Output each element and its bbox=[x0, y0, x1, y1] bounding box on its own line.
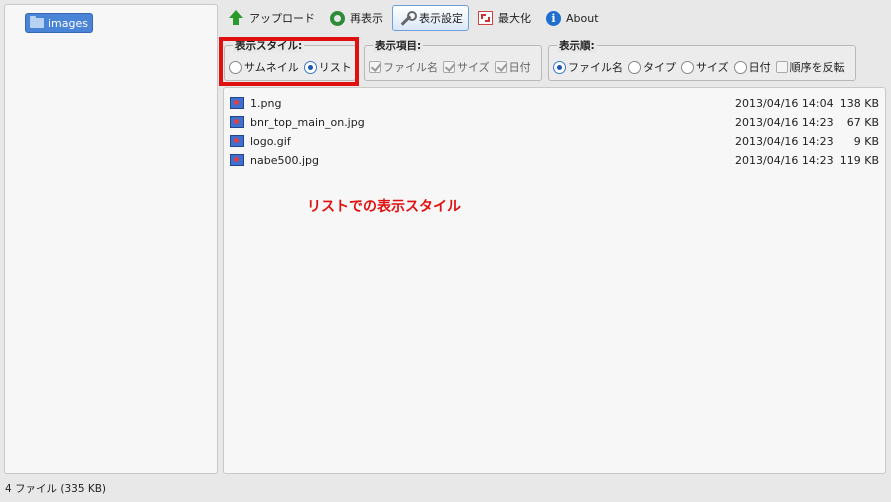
highlight-frame bbox=[219, 37, 359, 86]
show-date-option[interactable]: 日付 bbox=[494, 59, 531, 75]
sort-size-radio[interactable] bbox=[681, 60, 694, 74]
folder-tree-panel: images bbox=[4, 4, 218, 474]
file-size: 9 KB bbox=[853, 134, 879, 148]
file-row[interactable]: bnr_top_main_on.jpg 2013/04/16 14:23 67 … bbox=[230, 113, 879, 131]
show-date-label: 日付 bbox=[508, 61, 531, 74]
file-size: 119 KB bbox=[839, 153, 879, 167]
about-label: About bbox=[566, 11, 599, 25]
display-items-legend: 表示項目: bbox=[373, 38, 424, 53]
sort-type-radio[interactable] bbox=[628, 60, 641, 74]
sort-date-option[interactable]: 日付 bbox=[733, 59, 771, 75]
file-name: nabe500.jpg bbox=[250, 153, 319, 167]
status-bar-text: 4 ファイル (335 KB) bbox=[5, 483, 107, 495]
reverse-order-checkbox[interactable] bbox=[775, 61, 788, 73]
maximize-icon bbox=[478, 11, 493, 25]
upload-button[interactable]: アップロード bbox=[222, 5, 321, 31]
sort-order-group: 表示順: ファイル名 タイプ サイズ 日付 順序を反転 bbox=[548, 38, 856, 81]
file-date: 2013/04/16 14:23 bbox=[735, 115, 834, 129]
annotation-caption: リストでの表示スタイル bbox=[307, 199, 461, 215]
file-row[interactable]: 1.png 2013/04/16 14:04 138 KB bbox=[230, 94, 879, 112]
show-size-option[interactable]: サイズ bbox=[443, 59, 490, 75]
maximize-button[interactable]: 最大化 bbox=[472, 5, 537, 31]
info-icon: i bbox=[546, 10, 561, 26]
image-file-icon bbox=[230, 97, 244, 109]
sort-filename-radio[interactable] bbox=[553, 60, 566, 74]
file-name: 1.png bbox=[250, 96, 282, 110]
sort-size-option[interactable]: サイズ bbox=[681, 59, 729, 75]
image-file-icon bbox=[230, 135, 244, 147]
file-list-panel: 1.png 2013/04/16 14:04 138 KB bnr_top_ma… bbox=[223, 87, 886, 474]
show-date-checkbox[interactable] bbox=[494, 61, 507, 73]
show-size-checkbox[interactable] bbox=[443, 61, 455, 73]
file-name: logo.gif bbox=[250, 134, 291, 148]
sort-size-label: サイズ bbox=[696, 61, 729, 74]
file-date: 2013/04/16 14:23 bbox=[735, 153, 834, 167]
file-size: 67 KB bbox=[846, 115, 879, 129]
sort-date-radio[interactable] bbox=[733, 60, 747, 74]
sort-filename-label: ファイル名 bbox=[568, 61, 623, 74]
folder-label: images bbox=[48, 16, 88, 30]
show-size-label: サイズ bbox=[457, 61, 490, 74]
upload-label: アップロード bbox=[249, 12, 315, 25]
display-settings-button[interactable]: 表示設定 bbox=[392, 5, 469, 31]
refresh-icon bbox=[330, 10, 345, 26]
about-button[interactable]: i About bbox=[540, 5, 605, 31]
file-row[interactable]: nabe500.jpg 2013/04/16 14:23 119 KB bbox=[230, 151, 879, 169]
sort-date-label: 日付 bbox=[748, 61, 771, 74]
file-name: bnr_top_main_on.jpg bbox=[250, 115, 365, 129]
wrench-icon bbox=[398, 10, 417, 26]
image-file-icon bbox=[230, 116, 244, 128]
sort-type-option[interactable]: タイプ bbox=[628, 59, 676, 75]
refresh-label: 再表示 bbox=[350, 12, 383, 25]
image-file-icon bbox=[230, 154, 244, 166]
show-filename-checkbox[interactable] bbox=[369, 61, 381, 73]
file-date: 2013/04/16 14:23 bbox=[735, 134, 834, 148]
show-filename-label: ファイル名 bbox=[383, 61, 438, 74]
display-items-group: 表示項目: ファイル名 サイズ 日付 bbox=[364, 38, 542, 81]
refresh-button[interactable]: 再表示 bbox=[324, 5, 389, 31]
folder-icon bbox=[30, 16, 44, 28]
sort-filename-option[interactable]: ファイル名 bbox=[553, 59, 623, 75]
display-settings-label: 表示設定 bbox=[419, 12, 463, 25]
reverse-order-label: 順序を反転 bbox=[789, 61, 845, 74]
file-row[interactable]: logo.gif 2013/04/16 14:23 9 KB bbox=[230, 132, 879, 150]
reverse-order-option[interactable]: 順序を反転 bbox=[775, 59, 845, 75]
maximize-label: 最大化 bbox=[498, 12, 531, 25]
sort-order-legend: 表示順: bbox=[557, 38, 597, 53]
upload-arrow-icon bbox=[228, 10, 244, 26]
show-filename-option[interactable]: ファイル名 bbox=[369, 59, 438, 75]
toolbar: アップロード 再表示 表示設定 最大化 i About bbox=[222, 4, 608, 32]
sort-type-label: タイプ bbox=[643, 61, 676, 74]
folder-item-images[interactable]: images bbox=[25, 13, 93, 33]
file-date: 2013/04/16 14:04 bbox=[735, 96, 834, 110]
file-size: 138 KB bbox=[839, 96, 879, 110]
